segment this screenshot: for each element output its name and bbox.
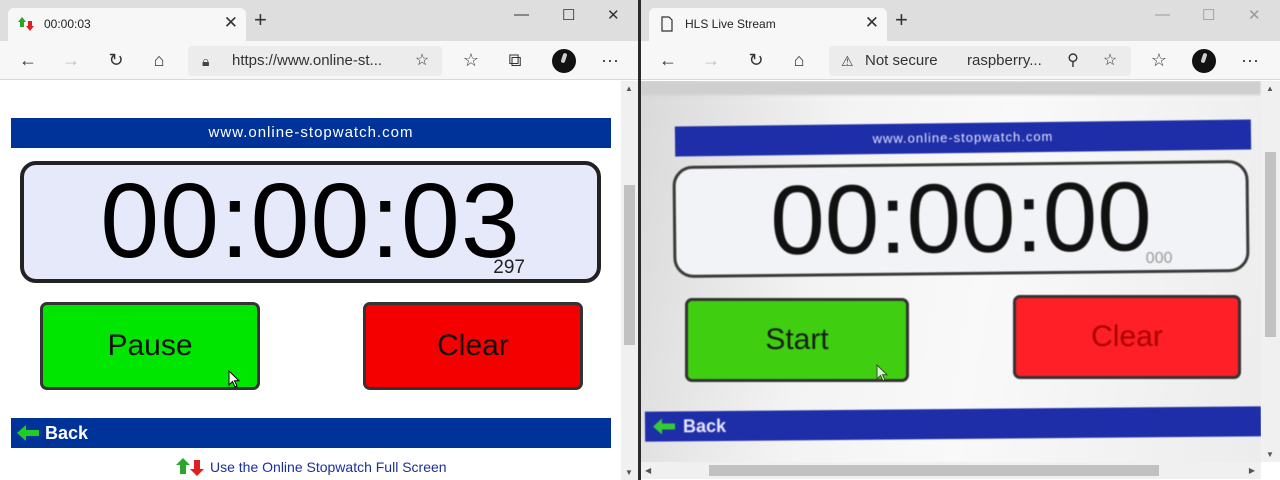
scrollbar-thumb[interactable] — [1265, 152, 1276, 337]
forward-arrow-icon[interactable]: → — [59, 49, 83, 71]
tab-title: 00:00:03 — [44, 17, 91, 31]
maximize-icon[interactable]: ☐ — [562, 6, 575, 24]
scrollbar-thumb[interactable] — [624, 185, 635, 345]
back-arrow-icon[interactable]: ← — [16, 49, 40, 71]
avatar[interactable] — [1192, 49, 1216, 73]
tab-title: HLS Live Stream — [685, 17, 776, 31]
fullscreen-link-label: Use the Online Stopwatch Full Screen — [210, 459, 447, 475]
url-text: raspberry... — [967, 52, 1042, 69]
tab-strip: 00:00:03 ✕ + — ☐ ✕ — [0, 0, 638, 41]
favorites-icon[interactable]: ☆ — [1147, 49, 1171, 71]
page-icon — [661, 16, 673, 32]
stopwatch-arrows-icon — [18, 17, 34, 31]
browser-toolbar: ← → ↻ ⌂ ⚠︎ Not secure raspberry... ⚲ ☆ ☆… — [641, 41, 1280, 80]
forward-arrow-icon[interactable]: → — [699, 49, 723, 71]
collections-icon[interactable]: ⧉ — [503, 49, 527, 71]
camera-stream-frame: www.online-stopwatch.com 00:00:00 000 St… — [641, 81, 1262, 465]
stream-back-link: Back — [644, 406, 1262, 442]
avatar[interactable] — [552, 49, 576, 73]
close-window-icon[interactable]: ✕ — [1248, 6, 1261, 24]
pause-button[interactable]: Pause — [40, 302, 260, 390]
home-icon[interactable]: ⌂ — [787, 49, 811, 71]
browser-window-left: 00:00:03 ✕ + — ☐ ✕ ← → ↻ ⌂ 🔒︎ https://ww… — [0, 0, 638, 480]
address-bar[interactable]: 🔒︎ https://www.online-st... ☆ — [188, 46, 442, 76]
browser-window-right: HLS Live Stream ✕ + — ☐ ✕ ← → ↻ ⌂ ⚠︎ Not… — [641, 0, 1280, 480]
home-icon[interactable]: ⌂ — [147, 49, 171, 71]
lock-icon: 🔒︎ — [202, 53, 210, 69]
clear-button[interactable]: Clear — [363, 302, 583, 390]
stream-clear-button: Clear — [1013, 295, 1241, 379]
close-window-icon[interactable]: ✕ — [607, 6, 620, 24]
horizontal-scrollbar[interactable]: ◀ ▶ — [641, 462, 1261, 479]
stream-site-banner: www.online-stopwatch.com — [674, 119, 1252, 157]
more-icon[interactable]: ··· — [598, 49, 622, 71]
refresh-icon[interactable]: ↻ — [744, 49, 768, 71]
close-tab-icon[interactable]: ✕ — [224, 13, 238, 33]
up-down-arrows-icon — [176, 458, 204, 476]
tab-stopwatch[interactable]: 00:00:03 ✕ — [8, 8, 246, 41]
green-left-arrow-icon — [653, 418, 676, 435]
security-status: Not secure — [865, 52, 938, 69]
blurred-toolbar — [641, 81, 1261, 95]
stream-stopwatch-milliseconds: 000 — [1145, 249, 1173, 268]
stopwatch-display: 00:00:03 297 — [20, 161, 601, 283]
star-icon[interactable]: ☆ — [410, 50, 434, 72]
address-bar[interactable]: ⚠︎ Not secure raspberry... ⚲ ☆ — [829, 46, 1131, 76]
url-text: https://www.online-st... — [232, 52, 383, 69]
refresh-icon[interactable]: ↻ — [104, 49, 128, 71]
mouse-cursor-icon — [228, 370, 240, 388]
star-icon[interactable]: ☆ — [1098, 50, 1122, 72]
warning-icon: ⚠︎ — [841, 53, 854, 69]
stream-cursor-icon — [876, 364, 888, 382]
tab-hls-stream[interactable]: HLS Live Stream ✕ — [649, 8, 887, 41]
minimize-icon[interactable]: — — [1155, 6, 1170, 23]
more-icon[interactable]: ··· — [1238, 49, 1262, 71]
new-tab-icon[interactable]: + — [895, 9, 908, 31]
close-tab-icon[interactable]: ✕ — [865, 13, 879, 33]
green-left-arrow-icon — [17, 425, 39, 441]
back-arrow-icon[interactable]: ← — [656, 49, 680, 71]
browser-toolbar: ← → ↻ ⌂ 🔒︎ https://www.online-st... ☆ ☆ … — [0, 41, 638, 80]
site-banner[interactable]: www.online-stopwatch.com — [11, 118, 611, 148]
horizontal-scrollbar-thumb[interactable] — [709, 465, 1159, 476]
page-content: www.online-stopwatch.com 00:00:03 297 Pa… — [0, 81, 638, 480]
stream-stopwatch-display: 00:00:00 000 — [672, 159, 1250, 279]
tab-strip: HLS Live Stream ✕ + — ☐ ✕ — [641, 0, 1280, 41]
back-link[interactable]: Back — [11, 418, 611, 448]
fullscreen-link[interactable]: Use the Online Stopwatch Full Screen — [176, 458, 447, 476]
maximize-icon[interactable]: ☐ — [1202, 6, 1215, 24]
video-stream-area: www.online-stopwatch.com 00:00:00 000 St… — [641, 81, 1280, 480]
back-label: Back — [45, 423, 89, 443]
favorites-icon[interactable]: ☆ — [459, 49, 483, 71]
vertical-scrollbar[interactable]: ▲ ▼ — [621, 81, 638, 480]
new-tab-icon[interactable]: + — [254, 9, 267, 31]
vertical-scrollbar[interactable]: ▲ ▼ — [1261, 81, 1280, 462]
zoom-icon[interactable]: ⚲ — [1061, 50, 1085, 72]
stopwatch-milliseconds: 297 — [493, 257, 525, 278]
minimize-icon[interactable]: — — [514, 6, 529, 23]
stream-back-label: Back — [682, 415, 727, 437]
